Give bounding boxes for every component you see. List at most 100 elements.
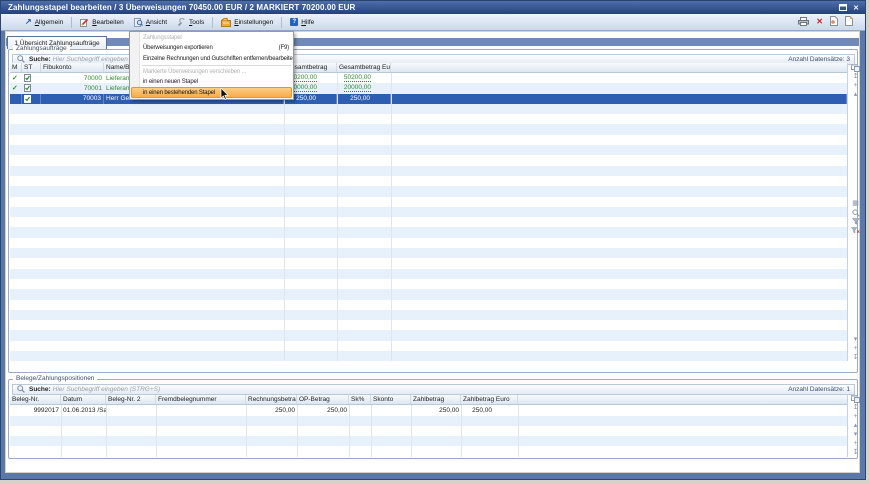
cancel-document-icon[interactable] [830,13,838,31]
table-right-border [847,63,848,361]
delete-icon[interactable]: ✕ [816,18,823,26]
cell-fibukonto: 70001 [41,83,104,93]
tools-dropdown-menu: Zahlungsstapel Überweisungen exportieren… [129,31,294,100]
close-icon[interactable]: ✕ [851,3,861,12]
jump-arrow-icon: ↗ [25,18,32,26]
column-header-beleg-nr-2[interactable]: Beleg-Nr. 2 [106,395,156,404]
gridline [106,405,107,457]
cell-rechnungsbetrag: 250,00 [246,405,297,415]
positions-search-input[interactable]: Hier Suchbegriff eingeben (STRG+S) [53,386,160,393]
column-header-m[interactable]: M [10,63,22,72]
empty-row [10,197,847,207]
menu-item-label: in einen bestehenden Stapel [143,90,215,96]
empty-row [10,104,847,114]
marked-check-icon[interactable]: ✓ [10,83,22,93]
table-row[interactable]: 9992017 01.06.2013 /Sa 250,00 250,00 250… [10,405,847,415]
window-title: Zahlungsstapel bearbeiten / 3 Überweisun… [8,3,835,12]
column-header-rechnungsbetrag[interactable]: Rechnungsbetrag [246,395,297,404]
gridline [246,405,247,457]
gridline [284,73,285,361]
nav-prev-icon[interactable]: ▴ [854,90,858,99]
gridline [349,405,350,457]
column-header-zahlbetrag-euro[interactable]: Zahlbetrag Euro [461,395,518,404]
column-chooser-icon[interactable] [851,63,860,72]
edit-icon [80,18,89,27]
column-chooser-icon[interactable] [851,395,860,404]
menu-item-label: Zahlungsstapel [143,35,182,41]
cell-zahlbetrag: 250,00 [411,405,461,415]
empty-row [10,124,847,134]
nav-add-icon[interactable]: + [853,344,857,353]
settings-icon [221,18,231,27]
empty-row [10,446,847,456]
exit-document-icon[interactable] [845,13,853,31]
column-header-op-betrag[interactable]: OP-Betrag [297,395,349,404]
menu-item-hilfe[interactable]: ? Hilfe [286,16,318,28]
column-header-sk[interactable]: Sk% [349,395,371,404]
marked-check-icon[interactable]: ✓ [10,73,22,83]
nav-next-icon[interactable]: ▾ [854,335,858,344]
magnifier-icon[interactable] [852,208,860,217]
toolbar-right: ✕ [798,13,857,31]
print-icon[interactable] [798,13,809,31]
cell-zahlbetrag-euro: 250,00 [461,405,518,415]
column-header-gesamtbetrag-euro[interactable]: Gesamtbetrag Euro [337,63,391,72]
filter-icon[interactable] [852,217,860,226]
menu-item-label: Überweisungen exportieren [143,45,213,51]
menu-item-ueberweisungen-exportieren[interactable]: Überweisungen exportieren (F9) [130,43,293,53]
column-header-datum[interactable]: Datum [61,395,106,404]
menu-item-allgemein[interactable]: ↗ Allgemein [21,16,67,28]
marked-check-icon[interactable] [10,94,22,104]
menu-item-tools[interactable]: Tools [173,16,208,29]
cell-fremdbelegnummer [156,405,246,415]
menu-item-ansicht[interactable]: Ansicht [130,16,171,29]
empty-row [10,289,847,299]
empty-row [10,155,847,165]
menu-separator [281,17,282,28]
nav-prev-icon[interactable]: ▴ [854,422,858,431]
nav-first-icon[interactable]: ↥ [853,404,859,413]
empty-row [10,426,847,436]
nav-next-icon[interactable]: ▾ [854,430,858,439]
column-header-zahlbetrag[interactable]: Zahlbetrag [411,395,461,404]
menu-item-label: in einen neuen Stapel [143,79,198,85]
menu-separator [212,17,213,28]
menu-item-einzelne-rechnungen[interactable]: Einzelne Rechnungen und Gutschriften ent… [130,54,293,64]
column-header-skonto[interactable]: Skonto [371,395,411,404]
search-label: Suche: [29,56,51,63]
nav-add-icon[interactable]: + [853,413,857,422]
status-document-icon [22,94,41,104]
search-icon [17,385,25,395]
status-document-icon [22,73,41,83]
grid-view-icon[interactable]: ▦ [852,199,859,208]
maximize-icon[interactable] [838,3,848,12]
column-header-st[interactable]: ST [22,63,41,72]
nav-last-icon[interactable]: ↧ [853,448,859,457]
filter-clear-icon[interactable] [851,226,860,235]
gridline [411,405,412,457]
nav-first-icon[interactable]: ↥ [853,72,859,81]
column-header-fremdbelegnummer[interactable]: Fremdbelegnummer [156,395,246,404]
menu-item-bearbeiten[interactable]: Bearbeiten [76,16,127,29]
gridline [391,73,392,361]
empty-row [10,135,847,145]
positions-nav-strip: ↥ + ▴ ▾ + ↧ [849,395,862,457]
column-header-beleg-nr[interactable]: Beleg-Nr. [10,395,61,404]
column-header-fibukonto[interactable]: Fibukonto [41,63,104,72]
wrench-icon [177,18,186,27]
empty-row [10,186,847,196]
menu-item-bestehender-stapel[interactable]: in einen bestehenden Stapel [131,87,292,97]
menu-label: Allgemein [35,19,64,26]
help-icon: ? [290,18,298,26]
gridline [297,405,298,457]
nav-last-icon[interactable]: ↧ [853,353,859,362]
nav-add-icon[interactable]: + [853,439,857,448]
menu-item-neuer-stapel[interactable]: in einen neuen Stapel [130,77,293,87]
menu-item-zahlungsstapel: Zahlungsstapel [130,33,293,43]
menu-item-einstellungen[interactable]: Einstellungen [217,16,277,29]
empty-row [10,351,847,361]
nav-add-icon[interactable]: + [853,81,857,90]
cell-beleg-nr: 9992017 [10,405,61,415]
payments-nav-strip: ↥ + ▴ ▦ ▾ + ↧ [849,63,862,362]
title-bar: Zahlungsstapel bearbeiten / 3 Überweisun… [1,1,865,14]
